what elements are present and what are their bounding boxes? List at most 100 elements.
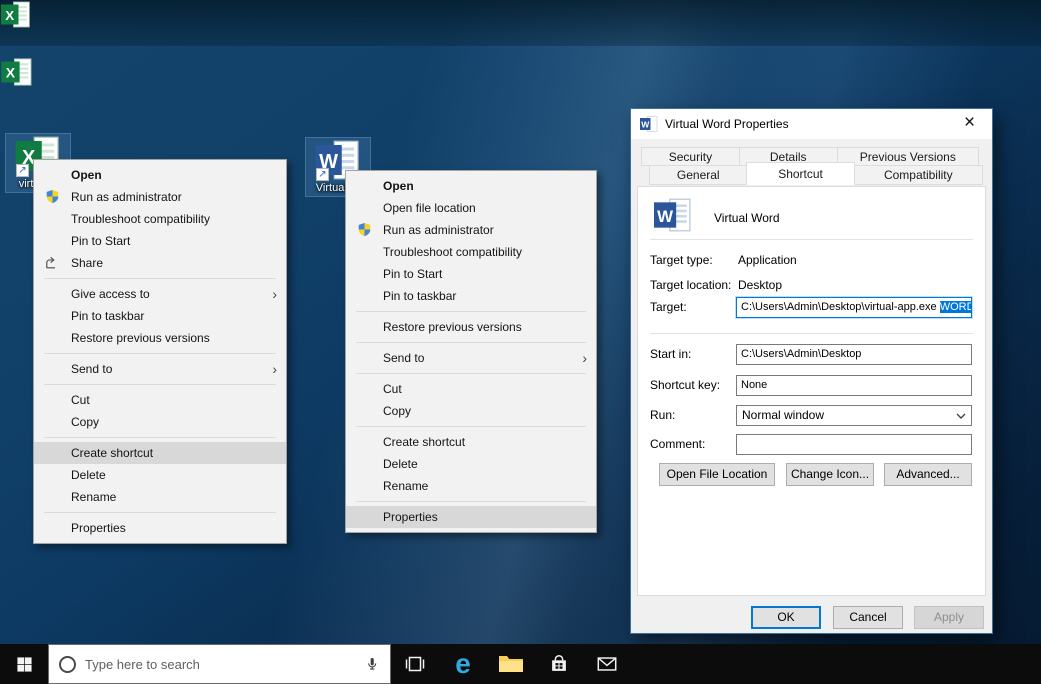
menu-item[interactable]: Restore previous versions (34, 327, 286, 349)
menu-item[interactable]: Troubleshoot compatibility (34, 208, 286, 230)
run-dropdown[interactable]: Normal window (736, 405, 972, 426)
menu-item-label: Delete (71, 468, 106, 482)
menu-item[interactable]: Pin to Start (34, 230, 286, 252)
menu-item[interactable]: Copy (34, 411, 286, 433)
tab[interactable]: Previous Versions (837, 147, 979, 166)
menu-item[interactable]: Run as administrator (34, 186, 286, 208)
menu-item[interactable]: Send to › (346, 347, 596, 369)
menu-item-label: Cut (383, 382, 402, 396)
start-in-input[interactable]: C:\Users\Admin\Desktop (736, 344, 972, 365)
menu-item-label: Open (71, 168, 102, 182)
menu-separator (44, 437, 276, 438)
menu-item[interactable]: Properties (346, 506, 596, 528)
menu-item-label: Pin to taskbar (71, 309, 144, 323)
submenu-arrow-icon: › (582, 347, 587, 369)
task-view-icon (403, 652, 427, 676)
menu-item[interactable]: Delete (346, 453, 596, 475)
comment-label: Comment: (650, 437, 705, 451)
excel-icon: X (1, 1, 31, 28)
menu-item[interactable]: Pin to taskbar (346, 285, 596, 307)
menu-item[interactable]: Give access to › (34, 283, 286, 305)
start-button[interactable] (0, 644, 48, 684)
tab-label: Compatibility (884, 168, 953, 182)
target-type-label: Target type: (650, 253, 713, 267)
menu-item[interactable]: Properties (34, 517, 286, 539)
taskbar-search[interactable]: Type here to search (48, 644, 391, 684)
tab[interactable]: General (649, 165, 747, 185)
tab-label: General (677, 168, 720, 182)
menu-item[interactable]: Delete (34, 464, 286, 486)
mail-button[interactable] (583, 644, 631, 684)
menu-item[interactable]: Restore previous versions (346, 316, 596, 338)
menu-item[interactable]: Rename (34, 486, 286, 508)
submenu-arrow-icon: › (272, 283, 277, 305)
svg-text:X: X (6, 65, 16, 81)
dialog-titlebar: W Virtual Word Properties × (631, 109, 992, 139)
change-icon-button[interactable]: Change Icon... (786, 463, 874, 486)
separator (650, 239, 973, 240)
tab-strip: Security Details Previous Versions Gener… (637, 147, 986, 185)
shield-icon (45, 189, 61, 205)
tab[interactable]: Compatibility (854, 165, 983, 185)
run-value: Normal window (742, 408, 824, 422)
menu-item[interactable]: Cut (346, 378, 596, 400)
menu-item[interactable]: Troubleshoot compatibility (346, 241, 596, 263)
chevron-down-icon (956, 413, 966, 419)
target-type-value: Application (738, 253, 797, 267)
menu-separator (356, 426, 586, 427)
menu-item-label: Copy (383, 404, 411, 418)
menu-item-label: Create shortcut (71, 446, 153, 460)
submenu-arrow-icon: › (272, 358, 277, 380)
task-view-button[interactable] (391, 644, 439, 684)
word-icon: W (640, 116, 658, 132)
menu-item[interactable]: Send to › (34, 358, 286, 380)
store-button[interactable] (535, 644, 583, 684)
menu-item[interactable]: Create shortcut (34, 442, 286, 464)
menu-item-label: Rename (71, 490, 116, 504)
shortcut-tab-page: W Virtual Word Target type: Application … (637, 186, 986, 596)
file-explorer-button[interactable] (487, 644, 535, 684)
menu-item-label: Open (383, 179, 414, 193)
shortcut-key-input[interactable]: None (736, 375, 972, 396)
context-menu-excel: Open Run as administrator Troubleshoot c… (33, 159, 287, 544)
menu-item[interactable]: Cut (34, 389, 286, 411)
menu-item-label: Properties (383, 510, 438, 524)
tab[interactable]: Shortcut (746, 162, 854, 185)
shortcut-name: Virtual Word (714, 211, 780, 225)
target-input[interactable]: C:\Users\Admin\Desktop\virtual-app.exe W… (736, 297, 972, 318)
folder-icon (498, 653, 524, 675)
menu-separator (356, 501, 586, 502)
menu-item[interactable]: Share (34, 252, 286, 274)
menu-item[interactable]: Pin to taskbar (34, 305, 286, 327)
tab[interactable]: Security (641, 147, 740, 166)
tab-label: Shortcut (778, 167, 823, 181)
taskbar: Type here to search e (0, 644, 1041, 684)
cancel-button[interactable]: Cancel (833, 606, 903, 629)
menu-item-label: Share (71, 256, 103, 270)
menu-separator (356, 311, 586, 312)
menu-item[interactable]: Rename (346, 475, 596, 497)
menu-item[interactable]: Pin to Start (346, 263, 596, 285)
advanced-button[interactable]: Advanced... (884, 463, 972, 486)
menu-item[interactable]: Run as administrator (346, 219, 596, 241)
open-file-location-button[interactable]: Open File Location (659, 463, 775, 486)
ok-button[interactable]: OK (751, 606, 821, 629)
search-placeholder: Type here to search (85, 657, 355, 672)
menu-item-label: Delete (383, 457, 418, 471)
menu-item[interactable]: Create shortcut (346, 431, 596, 453)
microphone-icon[interactable] (364, 654, 380, 674)
edge-button[interactable]: e (439, 644, 487, 684)
close-button[interactable]: × (947, 109, 992, 139)
menu-item[interactable]: Open (346, 175, 596, 197)
desktop-icon-partial[interactable]: X (1, 58, 33, 89)
comment-input[interactable] (736, 434, 972, 455)
menu-item[interactable]: Open file location (346, 197, 596, 219)
separator (650, 333, 973, 334)
menu-item[interactable]: Copy (346, 400, 596, 422)
shortcut-arrow-icon: ↗ (16, 164, 29, 177)
desktop-icon-partial[interactable]: X (1, 1, 31, 31)
menu-item[interactable]: Open (34, 164, 286, 186)
wallpaper-top-band (0, 0, 1041, 46)
apply-button[interactable]: Apply (914, 606, 984, 629)
desktop: X X X ↗ virtual... (0, 0, 1041, 684)
